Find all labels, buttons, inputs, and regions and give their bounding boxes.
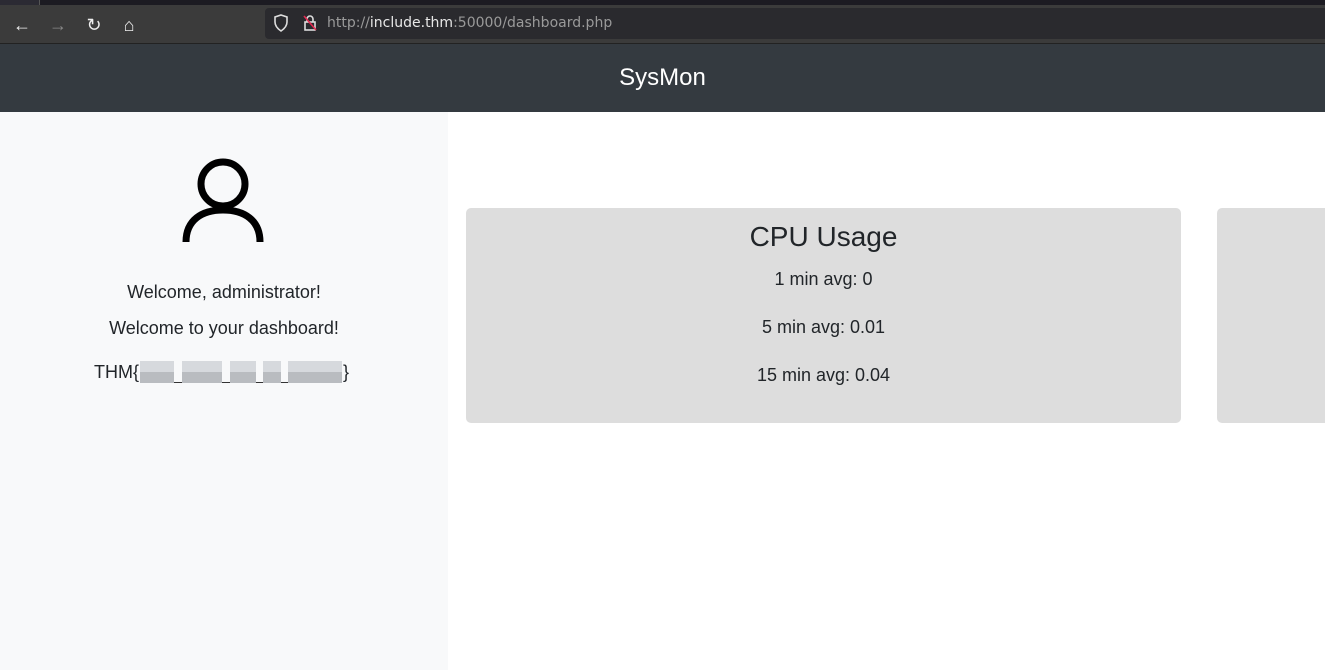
redacted-flag-pixelation xyxy=(140,361,342,383)
flag: THM{ } xyxy=(94,361,349,383)
cpu-5min-avg: 5 min avg: 0.01 xyxy=(761,317,886,337)
flag-prefix: THM{ xyxy=(94,361,139,382)
url-text[interactable]: http://include.thm:50000/dashboard.php xyxy=(327,15,612,31)
reload-icon[interactable]: ↻ xyxy=(82,13,106,37)
back-arrow-icon[interactable]: ← xyxy=(10,13,34,37)
welcome-user-text: Welcome, administrator! xyxy=(127,282,321,302)
url-path: :50000/dashboard.php xyxy=(453,15,613,31)
url-scheme: http:// xyxy=(327,15,370,31)
flag-suffix: } xyxy=(343,361,350,382)
sidebar: Welcome, administrator! Welcome to your … xyxy=(0,112,448,670)
app-header: SysMon xyxy=(0,44,1325,112)
url-host: include.thm xyxy=(369,15,454,31)
insecure-lock-icon[interactable] xyxy=(301,14,319,32)
cpu-15min-avg: 15 min avg: 0.04 xyxy=(756,365,891,385)
home-icon[interactable]: ⌂ xyxy=(117,13,141,37)
cpu-1min-avg: 1 min avg: 0 xyxy=(774,269,873,289)
app-title: SysMon xyxy=(619,64,706,91)
shield-icon[interactable] xyxy=(272,14,290,32)
forward-arrow-icon[interactable]: → xyxy=(46,13,70,37)
welcome-dashboard-text: Welcome to your dashboard! xyxy=(109,318,339,338)
user-icon xyxy=(182,158,264,244)
url-bar[interactable]: http://include.thm:50000/dashboard.php xyxy=(265,8,1325,39)
card-title: CPU Usage xyxy=(749,221,898,252)
second-card xyxy=(1217,208,1325,423)
cpu-usage-card: CPU Usage 1 min avg: 0 5 min avg: 0.01 1… xyxy=(466,208,1181,423)
browser-toolbar: ← → ↻ ⌂ http://include.thm:50000/dashboa… xyxy=(0,5,1325,44)
